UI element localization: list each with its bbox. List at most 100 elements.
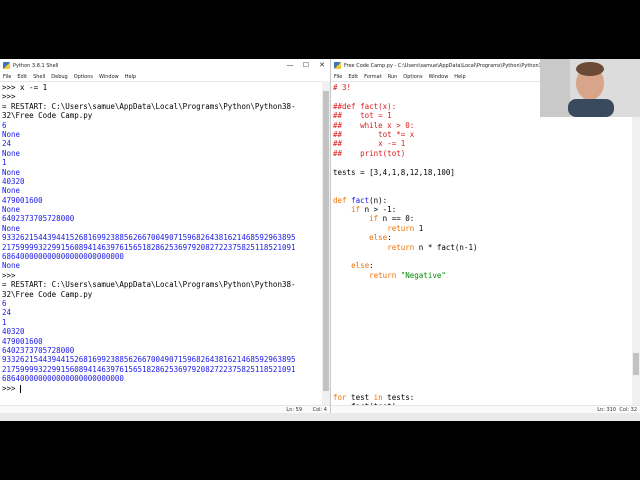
editor-code-line: else:: [333, 261, 478, 270]
code-token: ## tot *= x: [333, 129, 415, 139]
editor-code-line: if n == 0:: [333, 214, 478, 223]
editor-menu-window[interactable]: Window: [429, 74, 449, 80]
editor-code-line: for test in tests:: [333, 393, 478, 402]
shell-output-line: 686400000000000000000000000: [2, 374, 124, 384]
shell-prompt-text: >>>: [2, 383, 21, 393]
shell-output-line: None: [2, 205, 21, 215]
menu-window[interactable]: Window: [99, 74, 119, 80]
close-button[interactable]: ✕: [314, 59, 330, 72]
editor-menu-file[interactable]: File: [334, 74, 342, 80]
editor-code-line: [333, 299, 478, 308]
code-token: :: [369, 261, 374, 271]
shell-output-line: 40320: [2, 327, 25, 337]
code-token: if: [369, 214, 379, 224]
shell-output-line: 1: [2, 317, 7, 327]
shell-scroll-thumb[interactable]: [323, 91, 329, 391]
code-token: n == 0:: [378, 214, 415, 224]
menu-options[interactable]: Options: [74, 74, 93, 80]
shell-output-line: = RESTART: C:\Users\samue\AppData\Local\…: [2, 280, 296, 290]
shell-output-line: >>>: [2, 92, 16, 102]
editor-code-line: return "Negative": [333, 271, 478, 280]
menu-debug[interactable]: Debug: [51, 74, 67, 80]
code-token: tests = [3,4,1,8,12,18,100]: [333, 167, 455, 177]
code-token: def: [333, 195, 352, 205]
code-token: else: [369, 233, 388, 243]
python-file-icon: [334, 62, 341, 69]
shell-output[interactable]: >>> x -= 1 >>> = RESTART: C:\Users\samue\A…: [2, 83, 296, 393]
shell-output-line: 9332621544394415268169923885626670049071…: [2, 233, 296, 243]
shell-output-line: 6402373705728000: [2, 214, 75, 224]
shell-titlebar[interactable]: Python 3.8.1 Shell — ☐ ✕: [0, 59, 330, 72]
minimize-button[interactable]: —: [282, 59, 298, 72]
code-token: if: [351, 205, 361, 215]
editor-code-line: tests = [3,4,1,8,12,18,100]: [333, 168, 478, 177]
code-token: ## x -= 1: [333, 139, 406, 149]
editor-code-line: [333, 337, 478, 346]
menu-help[interactable]: Help: [125, 74, 136, 80]
code-token: 1: [414, 223, 424, 233]
editor-code-line: [333, 177, 478, 186]
code-token: return: [387, 242, 415, 252]
code-token: n * fact(n-1): [414, 242, 478, 252]
text-cursor: [20, 384, 22, 393]
editor-code-line: [333, 374, 478, 383]
code-token: tests:: [382, 392, 415, 402]
editor-code-line: [333, 280, 478, 289]
shell-output-line: 32\Free Code Camp.py: [2, 289, 93, 299]
editor-code-line: return 1: [333, 224, 478, 233]
menu-edit[interactable]: Edit: [17, 74, 27, 80]
python-shell-window[interactable]: Python 3.8.1 Shell — ☐ ✕ File Edit Shell…: [0, 59, 331, 415]
maximize-button[interactable]: ☐: [298, 59, 314, 72]
editor-menu-run[interactable]: Run: [388, 74, 398, 80]
shell-output-line: 6402373705728000: [2, 345, 75, 355]
shell-output-line: None: [2, 148, 21, 158]
shell-output-line: None: [2, 167, 21, 177]
editor-code-line: return n * fact(n-1): [333, 242, 478, 252]
code-token: (n):: [369, 195, 388, 205]
menu-shell[interactable]: Shell: [33, 74, 45, 80]
code-token: for: [333, 392, 347, 402]
shell-output-line: 9332621544394415268169923885626670049071…: [2, 355, 296, 365]
editor-scroll-thumb[interactable]: [633, 353, 639, 375]
editor-code-line: [333, 308, 478, 317]
code-token: in: [373, 392, 383, 402]
shell-output-line: None: [2, 261, 21, 271]
editor-code-line: ##def fact(x):: [333, 102, 478, 111]
editor-code-line: if n > -1:: [333, 205, 478, 214]
shell-output-line: 6: [2, 120, 7, 130]
code-token: ## tot = 1: [333, 111, 392, 121]
code-token: return: [387, 223, 415, 233]
code-token: "Negative": [400, 270, 446, 280]
shell-output-line: 40320: [2, 176, 25, 186]
editor-menu-help[interactable]: Help: [454, 74, 465, 80]
shell-output-line: 1: [2, 158, 7, 168]
editor-code-line: [333, 318, 478, 327]
editor-code-line: [333, 92, 478, 101]
editor-code-line: def fact(n):: [333, 196, 478, 205]
shell-output-line: 479001600: [2, 336, 43, 346]
menu-file[interactable]: File: [3, 74, 11, 80]
shell-vertical-scrollbar[interactable]: [322, 81, 330, 405]
editor-text-area[interactable]: # 3! ##def fact(x): ## tot = 1 ## while x >…: [333, 83, 478, 412]
shell-menubar: File Edit Shell Debug Options Window Hel…: [0, 72, 330, 82]
editor-code-line: # 3!: [333, 83, 478, 92]
editor-code-line: [333, 327, 478, 336]
editor-code-line: [333, 290, 478, 299]
shell-prompt[interactable]: >>>: [2, 384, 296, 393]
shell-output-line: 24: [2, 139, 12, 149]
editor-menu-options[interactable]: Options: [403, 74, 422, 80]
editor-code-line: [333, 346, 478, 355]
editor-menu-edit[interactable]: Edit: [348, 74, 358, 80]
editor-menu-format[interactable]: Format: [364, 74, 382, 80]
code-token: :: [387, 233, 392, 243]
editor-vertical-scrollbar[interactable]: [632, 81, 640, 405]
code-token: test: [346, 392, 374, 402]
code-token: ##def fact(x):: [333, 101, 397, 111]
